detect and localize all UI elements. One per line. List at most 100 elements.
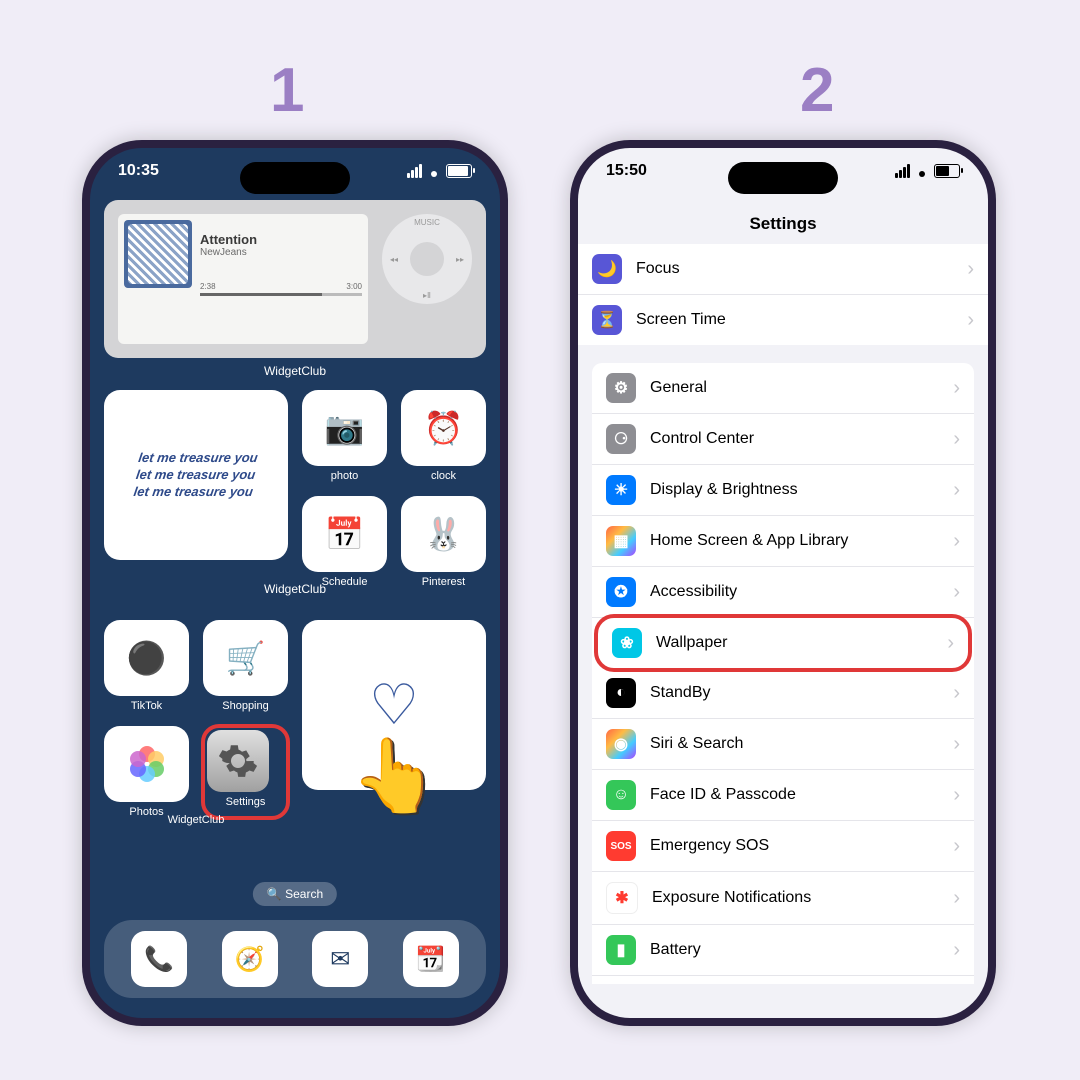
phone-1-screen: 10:35 Attention NewJeans 2:38 3:00 MUSIC… bbox=[90, 148, 500, 1018]
photo-app[interactable]: 📷 bbox=[302, 390, 387, 466]
row-icon: ▮ bbox=[606, 935, 636, 965]
row-label: Face ID & Passcode bbox=[650, 786, 939, 804]
row-icon: ☺ bbox=[606, 780, 636, 810]
wifi-icon bbox=[426, 165, 442, 177]
chevron-icon: › bbox=[953, 682, 960, 705]
tap-indicator: 👆 bbox=[350, 733, 440, 818]
dock: 📞 🧭 ✉ 📆 bbox=[104, 920, 486, 998]
treasure-widget[interactable]: let me treasure youlet me treasure youle… bbox=[104, 390, 288, 560]
music-widget[interactable]: Attention NewJeans 2:38 3:00 MUSIC ◂◂ ▸▸… bbox=[104, 200, 486, 358]
album-art bbox=[124, 220, 192, 288]
row-icon: ❀ bbox=[612, 628, 642, 658]
row-icon: SOS bbox=[606, 831, 636, 861]
step-2-label: 2 bbox=[800, 55, 834, 126]
chevron-icon: › bbox=[953, 479, 960, 502]
row-label: Control Center bbox=[650, 430, 939, 448]
chevron-icon: › bbox=[953, 887, 960, 910]
row-label: Battery bbox=[650, 941, 939, 959]
photos-app[interactable] bbox=[104, 726, 189, 802]
settings-row-siri-search[interactable]: ◉ Siri & Search › bbox=[592, 719, 974, 770]
cellular-icon bbox=[407, 164, 422, 178]
row-label: Accessibility bbox=[650, 583, 939, 601]
dynamic-island bbox=[728, 162, 838, 194]
row-icon: ✱ bbox=[606, 882, 638, 914]
settings-row-screen-time[interactable]: ⏳ Screen Time › bbox=[578, 295, 988, 345]
row-icon: ◐ bbox=[606, 678, 636, 708]
clock-app[interactable]: ⏰ bbox=[401, 390, 486, 466]
settings-row-battery[interactable]: ▮ Battery › bbox=[592, 925, 974, 976]
settings-row-face-id-passcode[interactable]: ☺ Face ID & Passcode › bbox=[592, 770, 974, 821]
mail-dock-icon[interactable]: ✉ bbox=[312, 931, 368, 987]
row-label: Screen Time bbox=[636, 311, 953, 329]
row-icon: 🌙 bbox=[592, 254, 622, 284]
battery-icon bbox=[446, 164, 472, 178]
settings-row-accessibility[interactable]: ✪ Accessibility › bbox=[592, 567, 974, 618]
treasure-text: let me treasure youlet me treasure youle… bbox=[133, 450, 259, 501]
row-label: Display & Brightness bbox=[650, 481, 939, 499]
settings-row-privacy-security[interactable]: ✋Privacy & Security› bbox=[592, 976, 974, 984]
shopping-app[interactable]: 🛒 bbox=[203, 620, 288, 696]
row-label: Emergency SOS bbox=[650, 837, 939, 855]
safari-dock-icon[interactable]: 🧭 bbox=[222, 931, 278, 987]
row-icon: ☀ bbox=[606, 475, 636, 505]
heart-icon: ♡ bbox=[369, 672, 419, 738]
pointer-icon: 👆 bbox=[350, 733, 440, 818]
chevron-icon: › bbox=[967, 309, 974, 332]
chevron-icon: › bbox=[967, 258, 974, 281]
settings-highlight: Settings bbox=[201, 724, 290, 820]
chevron-icon: › bbox=[953, 428, 960, 451]
settings-row-control-center[interactable]: ⚆ Control Center › bbox=[592, 414, 974, 465]
settings-row-standby[interactable]: ◐ StandBy › bbox=[592, 668, 974, 719]
settings-row-wallpaper[interactable]: ❀Wallpaper› bbox=[594, 614, 972, 672]
track-artist: NewJeans bbox=[200, 247, 362, 258]
phone-dock-icon[interactable]: 📞 bbox=[131, 931, 187, 987]
phone-1-frame: 10:35 Attention NewJeans 2:38 3:00 MUSIC… bbox=[82, 140, 508, 1026]
row-icon: ⚆ bbox=[606, 424, 636, 454]
row-icon: ◉ bbox=[606, 729, 636, 759]
chevron-icon: › bbox=[953, 733, 960, 756]
settings-row-display-brightness[interactable]: ☀ Display & Brightness › bbox=[592, 465, 974, 516]
calendar-dock-icon[interactable]: 📆 bbox=[403, 931, 459, 987]
status-time: 10:35 bbox=[118, 162, 159, 180]
settings-row-emergency-sos[interactable]: SOSEmergency SOS› bbox=[592, 821, 974, 872]
row-label: General bbox=[650, 379, 939, 397]
cellular-icon bbox=[895, 164, 910, 178]
track-title: Attention bbox=[200, 232, 362, 247]
step-1-label: 1 bbox=[270, 55, 304, 126]
row-icon: ✪ bbox=[606, 577, 636, 607]
wifi-icon bbox=[914, 165, 930, 177]
row-label: Siri & Search bbox=[650, 735, 939, 753]
chevron-icon: › bbox=[953, 581, 960, 604]
row-icon: ⚙ bbox=[606, 373, 636, 403]
settings-row-focus[interactable]: 🌙 Focus › bbox=[578, 244, 988, 295]
settings-app[interactable] bbox=[207, 730, 269, 792]
tiktok-app[interactable]: ⚫ bbox=[104, 620, 189, 696]
row-icon: ⏳ bbox=[592, 305, 622, 335]
settings-group-1: 🌙 Focus › ⏳ Screen Time › bbox=[578, 244, 988, 345]
spotlight-search[interactable]: 🔍 Search bbox=[253, 882, 337, 906]
ipod-wheel[interactable]: MUSIC ◂◂ ▸▸ ▸Ⅱ bbox=[382, 214, 472, 304]
pinterest-app[interactable]: 🐰 bbox=[401, 496, 486, 572]
dynamic-island bbox=[240, 162, 350, 194]
phone-2-screen: 15:50 Settings 🌙Focus›⏳Screen Time› ⚙Gen… bbox=[578, 148, 988, 1018]
settings-group-2: ⚙ General › ⚆ Control Center › ☀ Display & Brig… bbox=[592, 363, 974, 984]
chevron-icon: › bbox=[953, 377, 960, 400]
row-label: StandBy bbox=[650, 684, 939, 702]
phone-2-frame: 15:50 Settings 🌙Focus›⏳Screen Time› ⚙Gen… bbox=[570, 140, 996, 1026]
status-time: 15:50 bbox=[606, 162, 647, 180]
schedule-app[interactable]: 📅 bbox=[302, 496, 387, 572]
settings-row-exposure-notifications[interactable]: ✱ Exposure Notifications › bbox=[592, 872, 974, 925]
chevron-icon: › bbox=[953, 530, 960, 553]
settings-row-home-screen-app-library[interactable]: ▦ Home Screen & App Library › bbox=[592, 516, 974, 567]
row-label: Exposure Notifications bbox=[652, 889, 939, 907]
chevron-icon: › bbox=[953, 784, 960, 807]
gear-icon bbox=[217, 740, 259, 782]
settings-row-general[interactable]: ⚙ General › bbox=[592, 363, 974, 414]
row-label: Focus bbox=[636, 260, 953, 278]
chevron-icon: › bbox=[953, 939, 960, 962]
widget-label: WidgetClub bbox=[90, 364, 500, 378]
battery-icon bbox=[934, 164, 960, 178]
row-label: Home Screen & App Library bbox=[650, 532, 939, 550]
row-icon: ▦ bbox=[606, 526, 636, 556]
chevron-icon: › bbox=[947, 632, 954, 655]
